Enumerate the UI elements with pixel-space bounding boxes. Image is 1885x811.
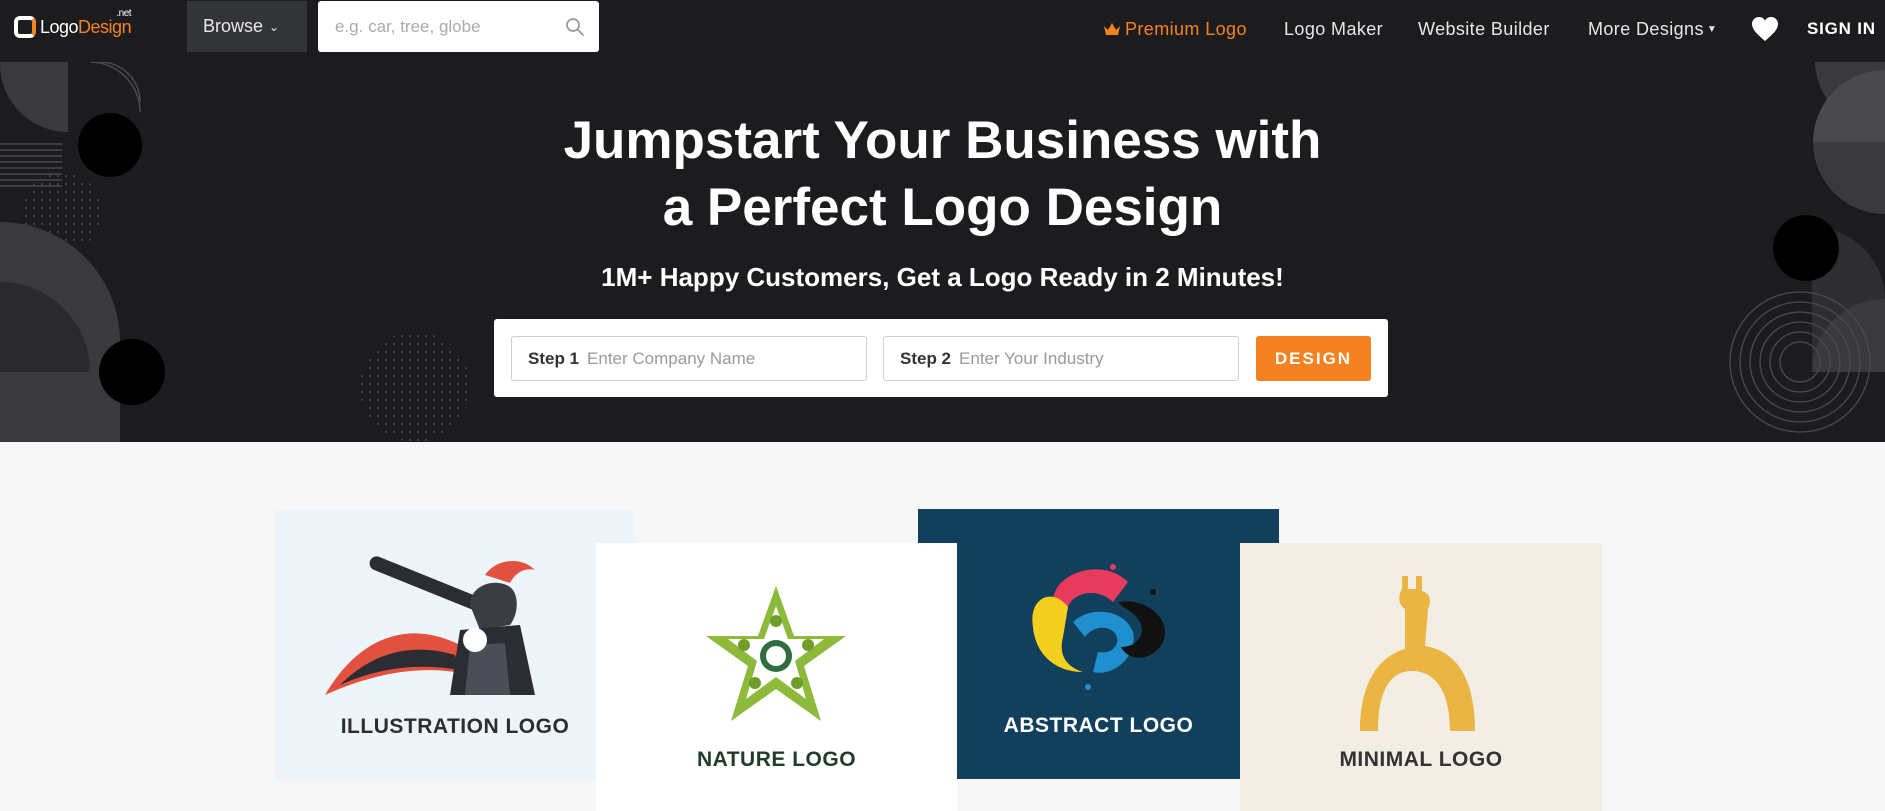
industry-input[interactable] [959, 348, 1238, 369]
design-button[interactable]: DESIGN [1256, 336, 1371, 381]
website-builder-label: Website Builder [1418, 18, 1550, 39]
logo-maker-link[interactable]: Logo Maker [1284, 0, 1383, 58]
logo-text-part2: Design [78, 16, 132, 37]
search-icon[interactable] [565, 17, 585, 37]
caret-down-icon: ▼ [1706, 23, 1718, 35]
step1-field: Step 1 [511, 336, 867, 381]
logo-start-form: Step 1 Step 2 DESIGN [494, 319, 1388, 397]
logo-maker-label: Logo Maker [1284, 18, 1384, 39]
step2-field: Step 2 [883, 336, 1239, 381]
heart-icon[interactable] [1751, 16, 1779, 42]
nature-logo-caption: NATURE LOGO [696, 748, 857, 771]
abstract-logo-caption: ABSTRACT LOGO [1003, 714, 1194, 737]
illustration-logo-caption: ILLUSTRATION LOGO [340, 715, 570, 738]
browse-label: Browse [203, 16, 264, 36]
hero-banner: Jumpstart Your Business with a Perfect L… [0, 62, 1885, 442]
chevron-down-icon: ⌄ [269, 19, 280, 34]
step2-label: Step 2 [900, 348, 952, 368]
hero-title-line1: Jumpstart Your Business with [563, 111, 1322, 170]
logo-text-part1: Logo [40, 16, 79, 37]
giraffe-minimal-image [1360, 576, 1475, 731]
hero-title: Jumpstart Your Business with a Perfect L… [0, 107, 1885, 241]
illustration-logo-card[interactable]: ILLUSTRATION LOGO [275, 510, 635, 780]
hero-title-line2: a Perfect Logo Design [662, 178, 1223, 237]
more-designs-dropdown[interactable]: More Designs ▼ [1588, 0, 1717, 58]
premium-logo-link[interactable]: Premium Logo [1103, 0, 1247, 58]
nature-star-image [706, 586, 846, 721]
site-logo[interactable]: LogoDesign .net [14, 8, 132, 42]
crown-icon [1104, 23, 1120, 35]
logo-wordmark: LogoDesign .net [40, 8, 132, 38]
step1-label: Step 1 [528, 348, 580, 368]
logo-mark-icon [14, 16, 36, 38]
search-box [318, 1, 599, 52]
logo-suffix: .net [116, 7, 132, 19]
top-navigation: LogoDesign.net Browse ⌄ Premium Logo Log… [0, 0, 1885, 62]
premium-logo-label: Premium Logo [1125, 18, 1247, 39]
minimal-logo-caption: MINIMAL LOGO [1339, 748, 1503, 771]
sign-in-link[interactable]: SIGN IN [1807, 0, 1876, 58]
more-designs-label: More Designs [1588, 18, 1704, 39]
abstract-logo-card[interactable]: ABSTRACT LOGO [918, 509, 1279, 779]
nature-logo-card[interactable]: NATURE LOGO [596, 543, 957, 811]
sign-in-label: SIGN IN [1807, 19, 1876, 38]
knight-illustration-image [325, 556, 535, 695]
browse-dropdown[interactable]: Browse ⌄ [187, 1, 307, 52]
hero-subtitle: 1M+ Happy Customers, Get a Logo Ready in… [601, 262, 1284, 292]
website-builder-link[interactable]: Website Builder [1418, 0, 1550, 58]
minimal-logo-card[interactable]: MINIMAL LOGO [1240, 543, 1602, 811]
search-input[interactable] [335, 16, 565, 37]
abstract-splash-image [1032, 564, 1165, 690]
company-name-input[interactable] [587, 348, 866, 369]
